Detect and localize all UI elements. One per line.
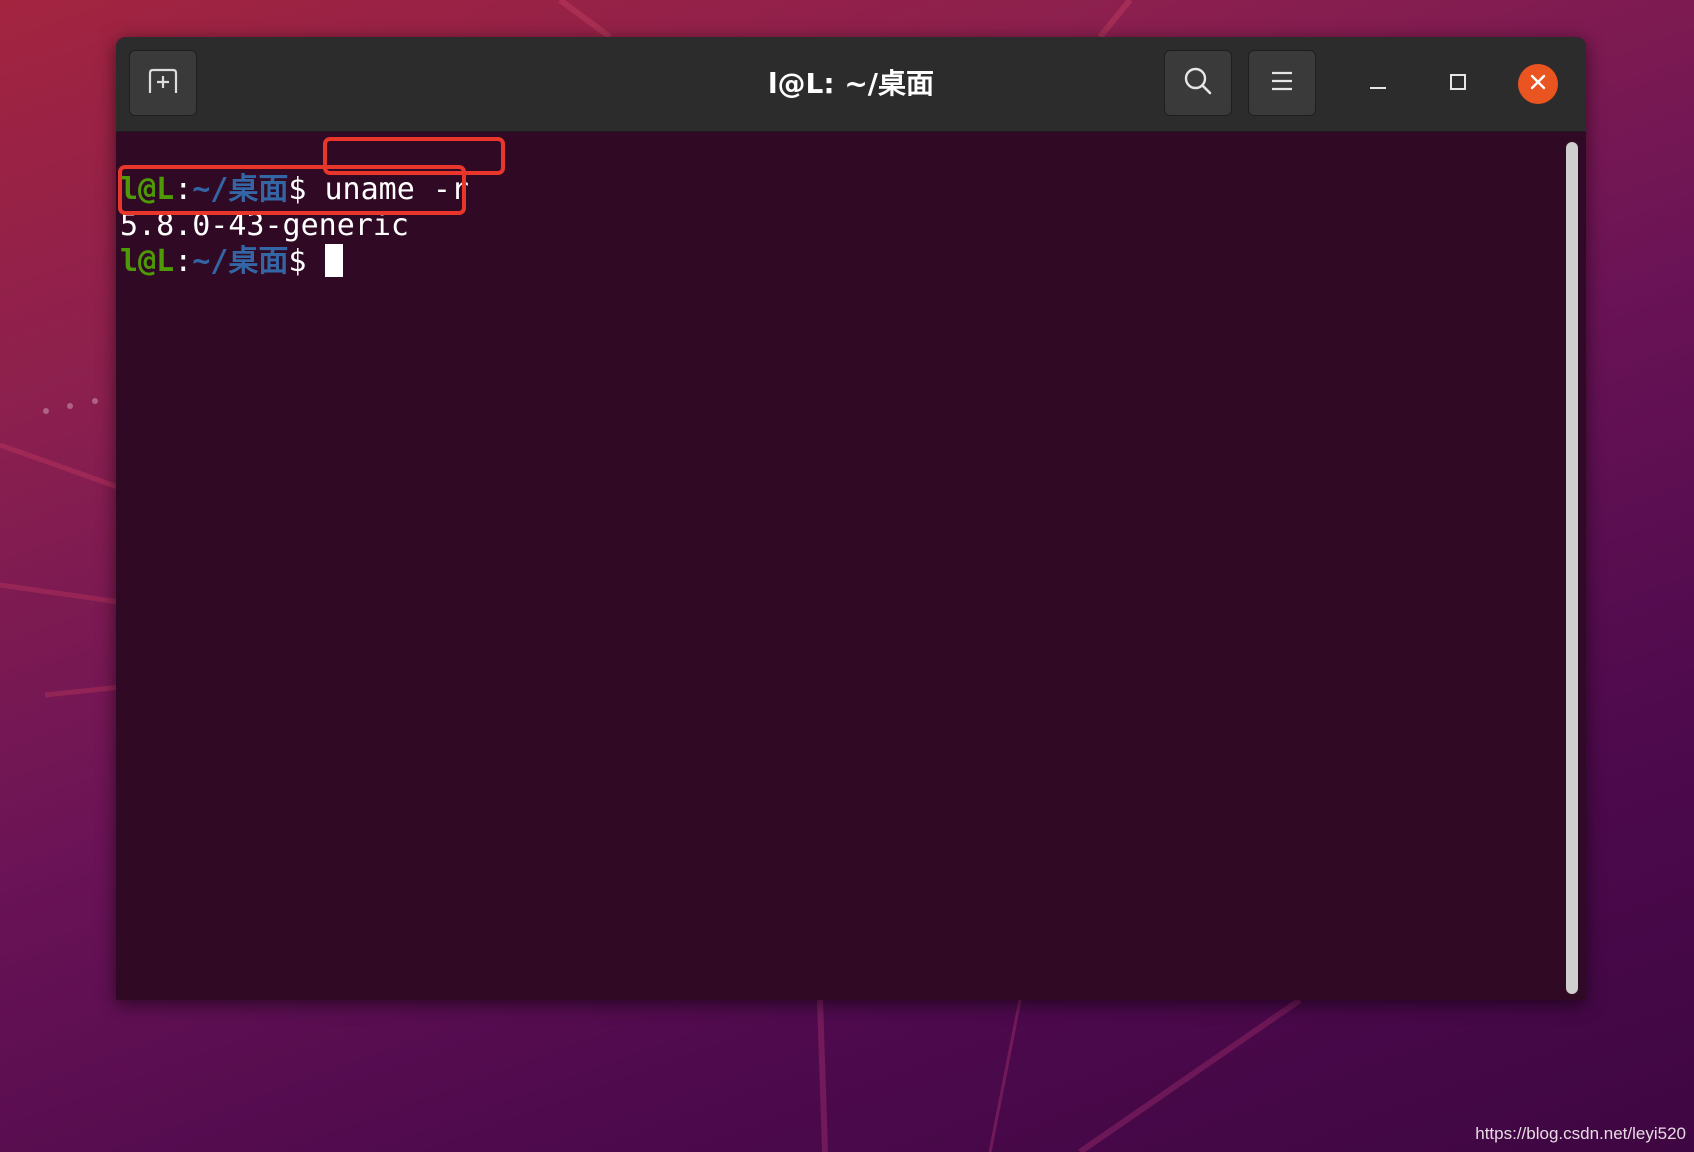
prompt-path: ~/桌面	[192, 244, 289, 279]
header-bar: l@L: ~/桌面	[116, 37, 1586, 132]
prompt-user-host: l@L	[120, 244, 175, 279]
close-button[interactable]	[1518, 64, 1558, 104]
highlight-box-output	[118, 165, 466, 215]
close-icon	[1528, 72, 1548, 96]
hamburger-menu-icon	[1270, 70, 1294, 96]
prompt-symbol: $	[288, 244, 325, 279]
maximize-icon	[1448, 72, 1468, 96]
minimize-icon	[1368, 72, 1388, 96]
minimize-button[interactable]	[1358, 64, 1398, 104]
text-cursor	[324, 244, 343, 277]
menu-button[interactable]	[1248, 50, 1316, 116]
prompt-separator: :	[174, 244, 193, 279]
search-icon	[1183, 66, 1213, 100]
maximize-button[interactable]	[1438, 64, 1478, 104]
terminal-line-prompt: l@L:~/桌面$	[120, 244, 343, 280]
watermark-text: https://blog.csdn.net/leyi520	[1475, 1124, 1686, 1143]
search-button[interactable]	[1164, 50, 1232, 116]
terminal-output-area[interactable]: l@L:~/桌面$ uname -r 5.8.0-43-generic l@L:…	[116, 132, 1586, 1000]
scrollbar[interactable]	[1566, 142, 1578, 994]
